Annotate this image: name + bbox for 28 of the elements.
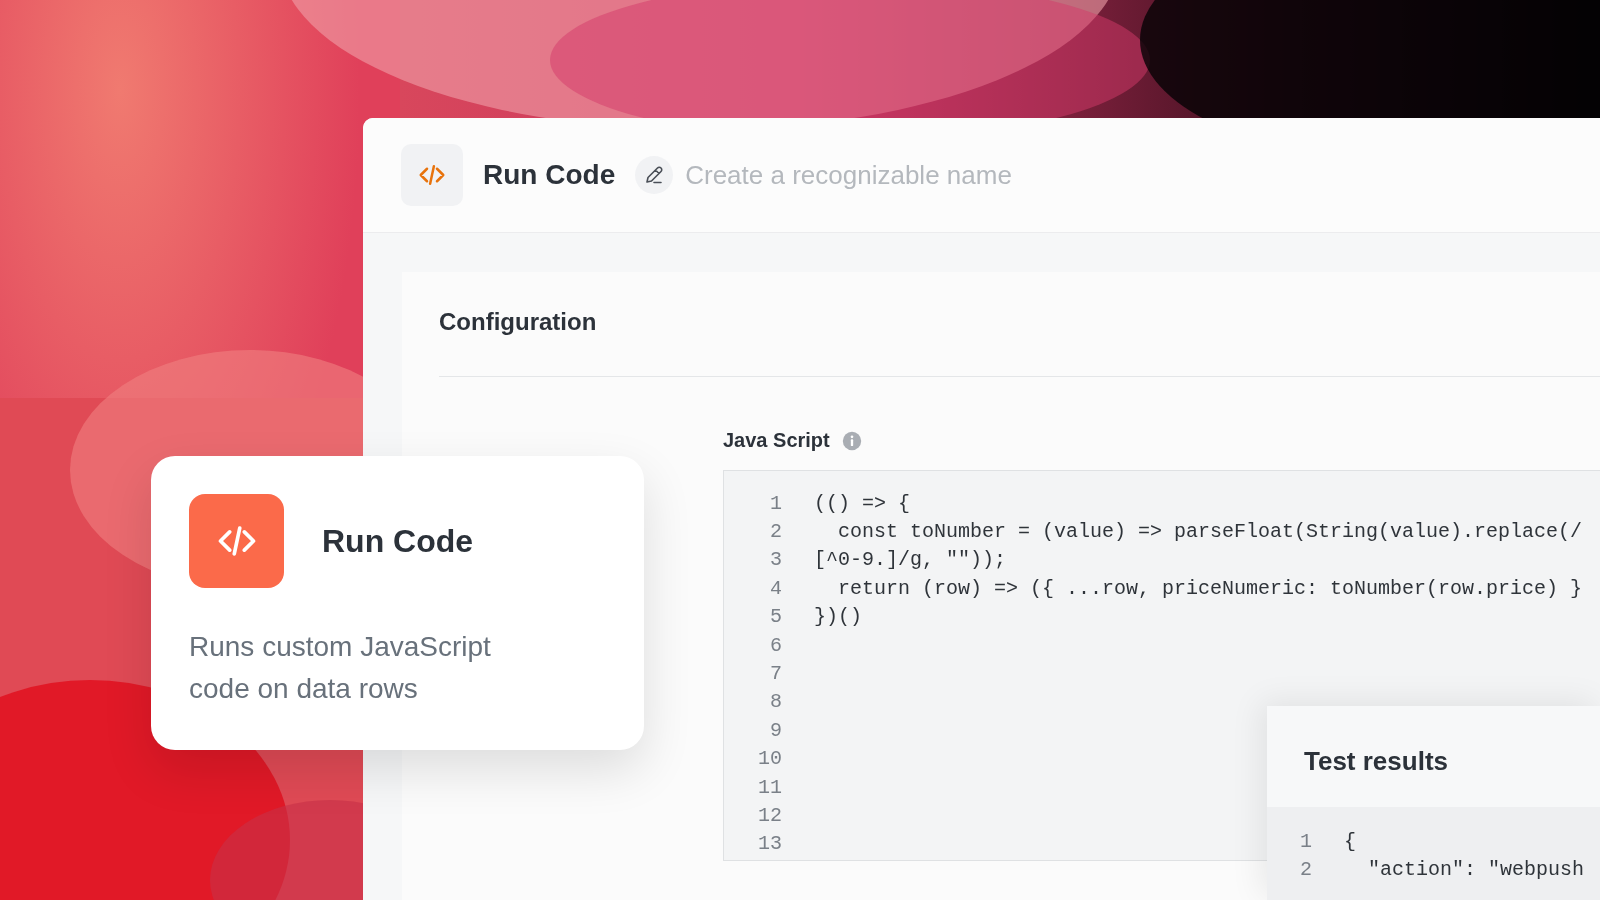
line-number: 13 [757, 832, 782, 856]
line-number: 2 [1299, 858, 1312, 882]
line-number: 1 [1299, 829, 1312, 853]
line-number: 3 [769, 548, 782, 572]
line-number: 8 [769, 690, 782, 714]
section-title: Configuration [439, 272, 1600, 377]
card-description: Runs custom JavaScript code on data rows [189, 630, 492, 706]
line-number: 4 [769, 576, 782, 600]
line-number: 1 [769, 491, 782, 515]
line-number: 2 [769, 520, 782, 544]
window-title: Run Code [483, 159, 616, 191]
line-number: 12 [757, 804, 782, 827]
code-line: "action": "webpush [1367, 858, 1585, 882]
line-number: 9 [769, 718, 782, 742]
line-number: 11 [757, 775, 782, 799]
line-number: 6 [769, 633, 782, 657]
code-line: const toNumber = (value) => parseFloat(String(value).replace(/ [837, 520, 1583, 544]
code-line: return (row) => ({ ...row, priceNumeric: toNumber(row.price) } [837, 576, 1583, 600]
card-title: Run Code [322, 522, 474, 560]
line-number: 7 [769, 662, 782, 686]
code-line: [^0-9.]/g, "")); [814, 548, 1007, 572]
line-number: 10 [757, 747, 782, 771]
field-label: Java Script [723, 429, 830, 452]
code-line: })() [814, 605, 862, 629]
line-number: 5 [769, 605, 782, 629]
code-line: { [1344, 829, 1356, 853]
panel-title: Test results [1303, 745, 1449, 778]
code-line: (() => { [814, 491, 910, 515]
